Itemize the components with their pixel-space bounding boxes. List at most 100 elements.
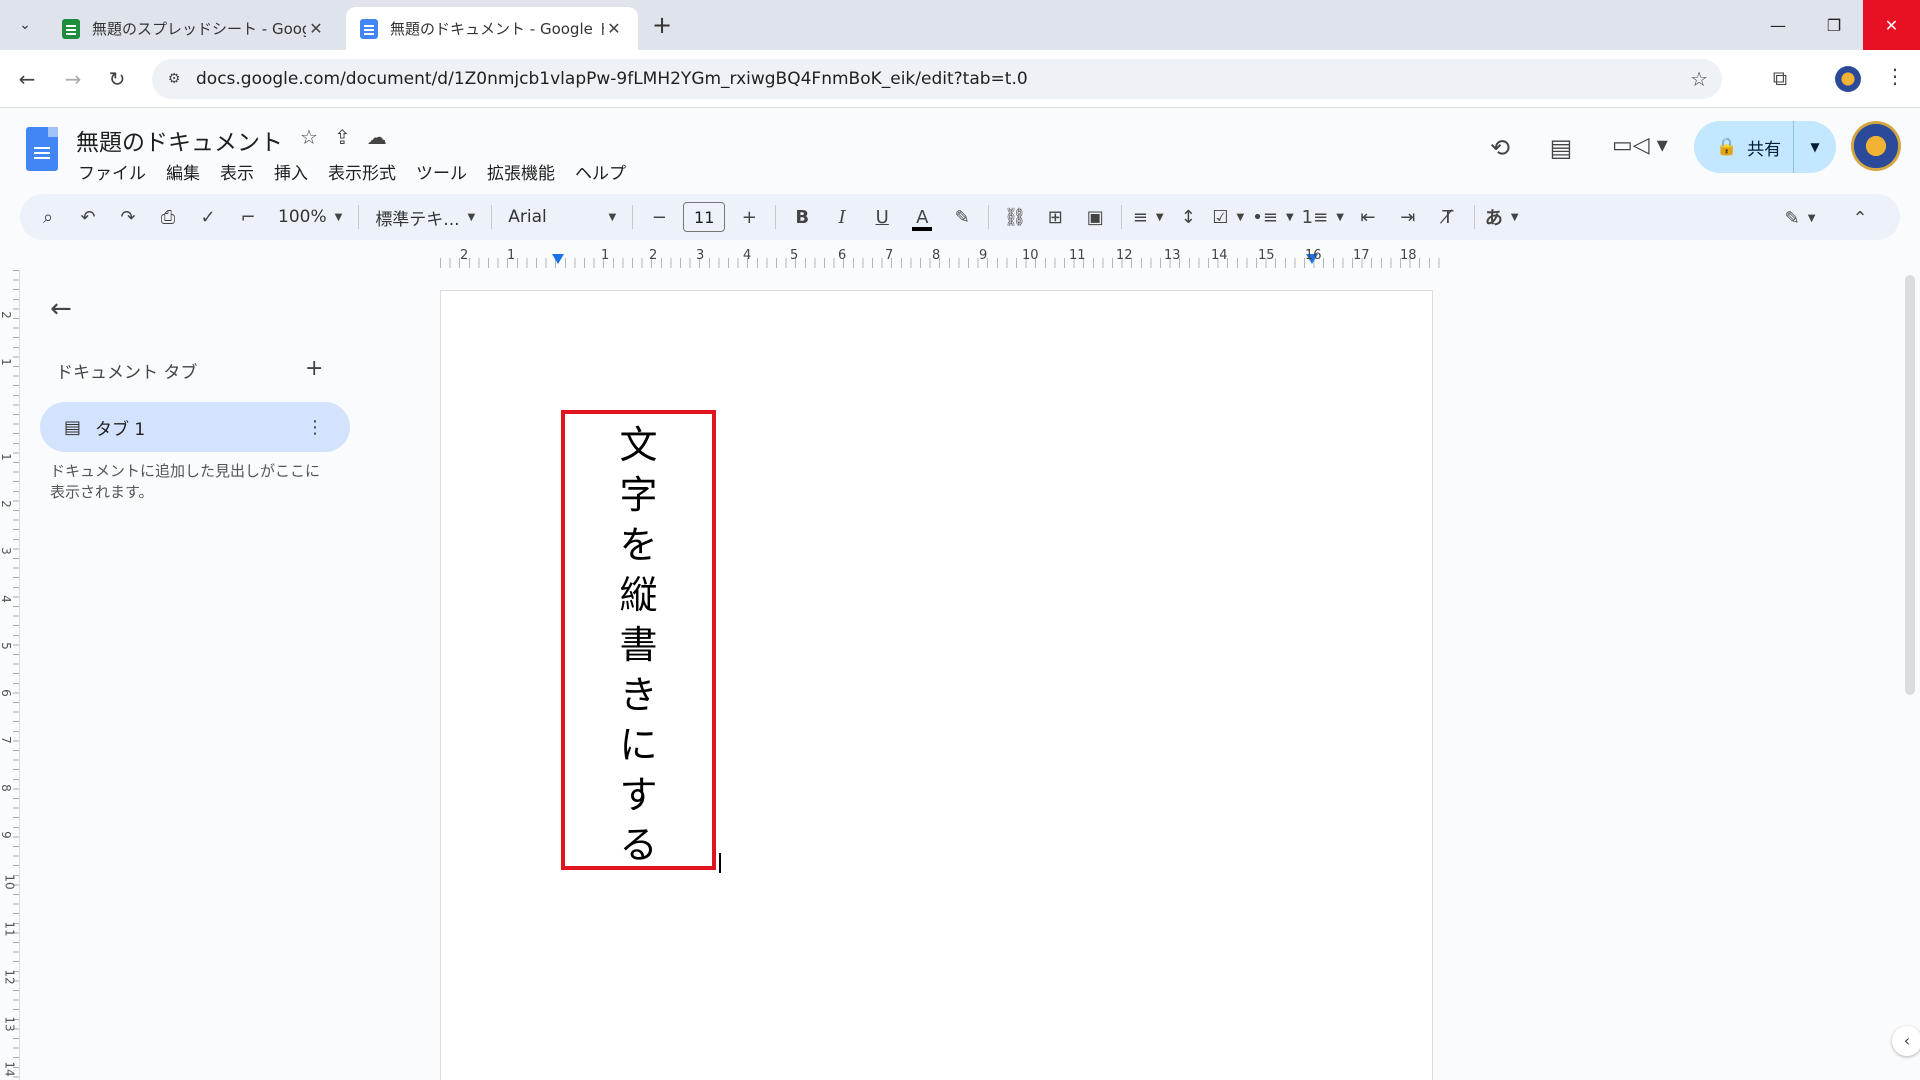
style-value: 標準テキ... bbox=[375, 209, 460, 230]
share-main[interactable]: 🔒 共有 bbox=[1694, 121, 1794, 173]
close-outline-arrow-icon[interactable]: ← bbox=[50, 294, 72, 324]
decrease-indent-icon[interactable]: ⇤ bbox=[1352, 201, 1384, 233]
sidebar-item-tab-1[interactable]: ▤ タブ 1 ⋮ bbox=[40, 402, 350, 452]
ruler-number: 5 bbox=[790, 248, 799, 263]
separator bbox=[988, 205, 990, 229]
highlight-icon[interactable]: ✎ bbox=[946, 201, 978, 233]
reload-button[interactable]: ↻ bbox=[104, 66, 130, 92]
italic-icon[interactable]: I bbox=[826, 201, 858, 233]
restore-button[interactable]: ❐ bbox=[1806, 0, 1862, 50]
browser-menu-icon[interactable]: ⋮ bbox=[1885, 64, 1905, 94]
docs-logo-icon[interactable] bbox=[26, 127, 58, 171]
undo-icon[interactable]: ↶ bbox=[72, 201, 104, 233]
zoom-select[interactable]: 100% ▼ bbox=[272, 201, 348, 233]
font-select[interactable]: Arial ▼ bbox=[502, 201, 622, 233]
meet-camera-icon[interactable]: ▭◁ ▾ bbox=[1612, 133, 1668, 158]
chevron-down-icon: ▼ bbox=[1510, 211, 1519, 223]
ruler-number: 14 bbox=[2, 1061, 17, 1077]
move-folder-icon[interactable]: ⇪ bbox=[334, 125, 351, 149]
increase-indent-icon[interactable]: ⇥ bbox=[1392, 201, 1424, 233]
version-history-icon[interactable]: ⟲ bbox=[1485, 134, 1515, 164]
separator bbox=[491, 205, 493, 229]
clear-formatting-icon[interactable]: T̸ bbox=[1432, 201, 1464, 233]
title-actions: ☆ ⇪ ☁ bbox=[300, 125, 387, 149]
ruler-number: 13 bbox=[1164, 248, 1181, 263]
menu-format[interactable]: 表示形式 bbox=[328, 155, 404, 188]
font-size-input[interactable]: 11 bbox=[683, 202, 726, 232]
increase-font-size-icon[interactable]: + bbox=[733, 201, 765, 233]
paint-format-icon[interactable]: ⌐ bbox=[232, 201, 264, 233]
menu-edit[interactable]: 編集 bbox=[166, 155, 208, 188]
profile-avatar[interactable] bbox=[1835, 66, 1861, 92]
ruler-number: 1 bbox=[0, 358, 13, 366]
document-title[interactable]: 無題のドキュメント bbox=[76, 123, 283, 157]
editing-mode-icon[interactable]: ✎ ▼ bbox=[1784, 202, 1816, 234]
menu-insert[interactable]: 挿入 bbox=[274, 155, 316, 188]
back-button[interactable]: ← bbox=[14, 66, 40, 92]
input-tools-button[interactable]: あ ▼ bbox=[1485, 201, 1519, 233]
ruler-number: 13 bbox=[2, 1016, 17, 1032]
menu-file[interactable]: ファイル bbox=[78, 155, 154, 188]
menu-tools[interactable]: ツール bbox=[416, 155, 475, 188]
forward-button[interactable]: → bbox=[60, 66, 86, 92]
insert-image-icon[interactable]: ▣ bbox=[1079, 201, 1111, 233]
vertical-char: 書 bbox=[619, 623, 658, 667]
tab-search-icon[interactable]: ⌄ bbox=[10, 11, 40, 39]
address-bar[interactable]: ⚙ docs.google.com/document/d/1Z0nmjcb1vl… bbox=[152, 59, 1722, 99]
window-close-button[interactable]: ✕ bbox=[1863, 0, 1920, 50]
share-dropdown-icon[interactable]: ▼ bbox=[1794, 140, 1836, 154]
comments-icon[interactable]: ▤ bbox=[1546, 134, 1576, 164]
zoom-value: 100% bbox=[278, 207, 327, 227]
star-icon[interactable]: ☆ bbox=[300, 125, 318, 149]
vertical-ruler[interactable] bbox=[0, 270, 20, 1080]
bulleted-list-icon[interactable]: •≡ ▼ bbox=[1252, 201, 1293, 233]
collapse-menus-icon[interactable]: ⌃ bbox=[1844, 202, 1876, 234]
ruler-number: 16 bbox=[1305, 248, 1322, 263]
vertical-scrollbar[interactable] bbox=[1905, 275, 1915, 695]
ruler-number: 2 bbox=[649, 248, 658, 263]
add-comment-icon[interactable]: ⊞ bbox=[1039, 201, 1071, 233]
browser-tab-sheets[interactable]: 無題のスプレッドシート - Google ス ✕ bbox=[48, 7, 340, 50]
close-icon[interactable]: ✕ bbox=[306, 19, 326, 38]
menu-help[interactable]: ヘルプ bbox=[575, 155, 634, 188]
url-text[interactable]: docs.google.com/document/d/1Z0nmjcb1vlap… bbox=[196, 69, 1028, 89]
bookmark-star-icon[interactable]: ☆ bbox=[1690, 67, 1708, 91]
browser-tab-docs[interactable]: 無題のドキュメント - Google ドキュ ✕ bbox=[346, 7, 638, 50]
share-button[interactable]: 🔒 共有 ▼ bbox=[1694, 121, 1836, 173]
print-icon[interactable]: ⎙ bbox=[152, 201, 184, 233]
account-avatar[interactable] bbox=[1851, 121, 1901, 171]
document-page[interactable]: 文 字 を 縦 書 き に す る bbox=[440, 290, 1433, 1080]
redo-icon[interactable]: ↷ bbox=[112, 201, 144, 233]
align-icon[interactable]: ≡ ▼ bbox=[1132, 201, 1164, 233]
checklist-icon[interactable]: ☑ ▼ bbox=[1212, 201, 1244, 233]
ruler-number: 18 bbox=[1400, 248, 1417, 263]
underline-icon[interactable]: U bbox=[866, 201, 898, 233]
minimize-button[interactable]: — bbox=[1750, 0, 1806, 50]
bold-icon[interactable]: B bbox=[786, 201, 818, 233]
separator bbox=[1473, 205, 1475, 229]
style-select[interactable]: 標準テキ... ▼ bbox=[369, 201, 481, 233]
ruler-number: 10 bbox=[1022, 248, 1039, 263]
site-settings-icon[interactable]: ⚙ bbox=[164, 69, 184, 89]
link-icon[interactable]: ⛓ bbox=[999, 201, 1031, 233]
close-icon[interactable]: ✕ bbox=[604, 19, 624, 38]
vertical-char: に bbox=[619, 723, 658, 767]
decrease-font-size-icon[interactable]: − bbox=[643, 201, 675, 233]
search-icon[interactable]: ⌕ bbox=[32, 201, 64, 233]
line-spacing-icon[interactable]: ↕ bbox=[1172, 201, 1204, 233]
chevron-down-icon: ▼ bbox=[1155, 211, 1164, 223]
menu-extensions[interactable]: 拡張機能 bbox=[487, 155, 563, 188]
sheets-icon bbox=[62, 18, 80, 39]
cloud-status-icon[interactable]: ☁ bbox=[367, 125, 387, 149]
vertical-text-box[interactable]: 文 字 を 縦 書 き に す る bbox=[561, 410, 716, 870]
numbered-list-icon[interactable]: 1≡ ▼ bbox=[1302, 201, 1344, 233]
side-panel-toggle-icon[interactable]: ‹ bbox=[1892, 1026, 1920, 1056]
menu-view[interactable]: 表示 bbox=[220, 155, 262, 188]
ruler-number: 14 bbox=[1211, 248, 1228, 263]
spellcheck-icon[interactable]: ✓ bbox=[192, 201, 224, 233]
more-options-icon[interactable]: ⋮ bbox=[306, 417, 324, 438]
new-tab-button[interactable]: + bbox=[648, 12, 676, 40]
text-color-icon[interactable]: A bbox=[906, 201, 938, 233]
extensions-icon[interactable]: ⧉ bbox=[1767, 66, 1793, 92]
add-tab-icon[interactable]: + bbox=[305, 356, 323, 381]
